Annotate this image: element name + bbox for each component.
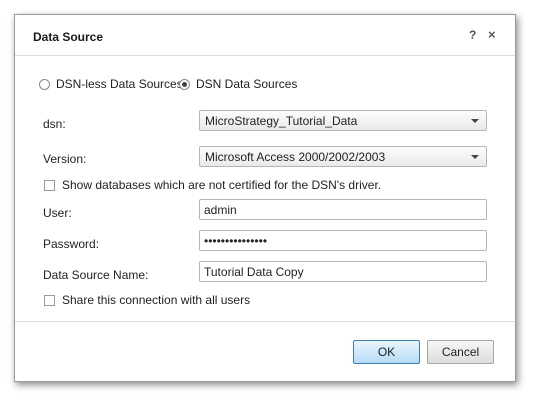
data-source-dialog: Data Source ? × DSN-less Data Sources DS… — [14, 14, 516, 382]
cancel-button[interactable]: Cancel — [427, 340, 494, 364]
dsn-label: dsn: — [43, 117, 66, 131]
title-bar: Data Source ? × — [15, 15, 515, 56]
share-connection-checkbox-row[interactable]: Share this connection with all users — [44, 293, 250, 307]
dsn-less-radio[interactable] — [39, 78, 50, 90]
version-select-value: Microsoft Access 2000/2002/2003 — [205, 150, 386, 164]
chevron-down-icon — [471, 155, 479, 159]
user-label: User: — [43, 206, 72, 220]
dsn-select[interactable]: MicroStrategy_Tutorial_Data — [199, 110, 487, 131]
ok-button[interactable]: OK — [353, 340, 420, 364]
show-uncertified-checkbox-row[interactable]: Show databases which are not certified f… — [44, 178, 381, 192]
help-icon[interactable]: ? — [469, 28, 476, 42]
dialog-title: Data Source — [33, 30, 104, 44]
show-uncertified-checkbox[interactable] — [44, 179, 55, 191]
data-source-name-input[interactable]: Tutorial Data Copy — [199, 261, 487, 282]
dsn-radio-label: DSN Data Sources — [196, 77, 298, 91]
dsn-radio-option[interactable]: DSN Data Sources — [179, 77, 297, 91]
version-label: Version: — [43, 152, 87, 166]
data-source-name-label: Data Source Name: — [43, 268, 149, 282]
dsn-less-radio-option[interactable]: DSN-less Data Sources — [39, 77, 183, 91]
footer-divider — [15, 321, 515, 322]
version-select[interactable]: Microsoft Access 2000/2002/2003 — [199, 146, 487, 167]
dsn-select-value: MicroStrategy_Tutorial_Data — [205, 114, 358, 128]
user-input[interactable]: admin — [199, 199, 487, 220]
share-connection-checkbox[interactable] — [44, 294, 55, 306]
chevron-down-icon — [471, 119, 479, 123]
close-icon[interactable]: × — [488, 28, 496, 42]
show-uncertified-label: Show databases which are not certified f… — [62, 178, 382, 192]
share-connection-label: Share this connection with all users — [62, 293, 251, 307]
password-label: Password: — [43, 237, 100, 251]
dsn-radio[interactable] — [179, 78, 190, 90]
password-input[interactable]: ••••••••••••••• — [199, 230, 487, 251]
dsn-less-radio-label: DSN-less Data Sources — [56, 77, 183, 91]
